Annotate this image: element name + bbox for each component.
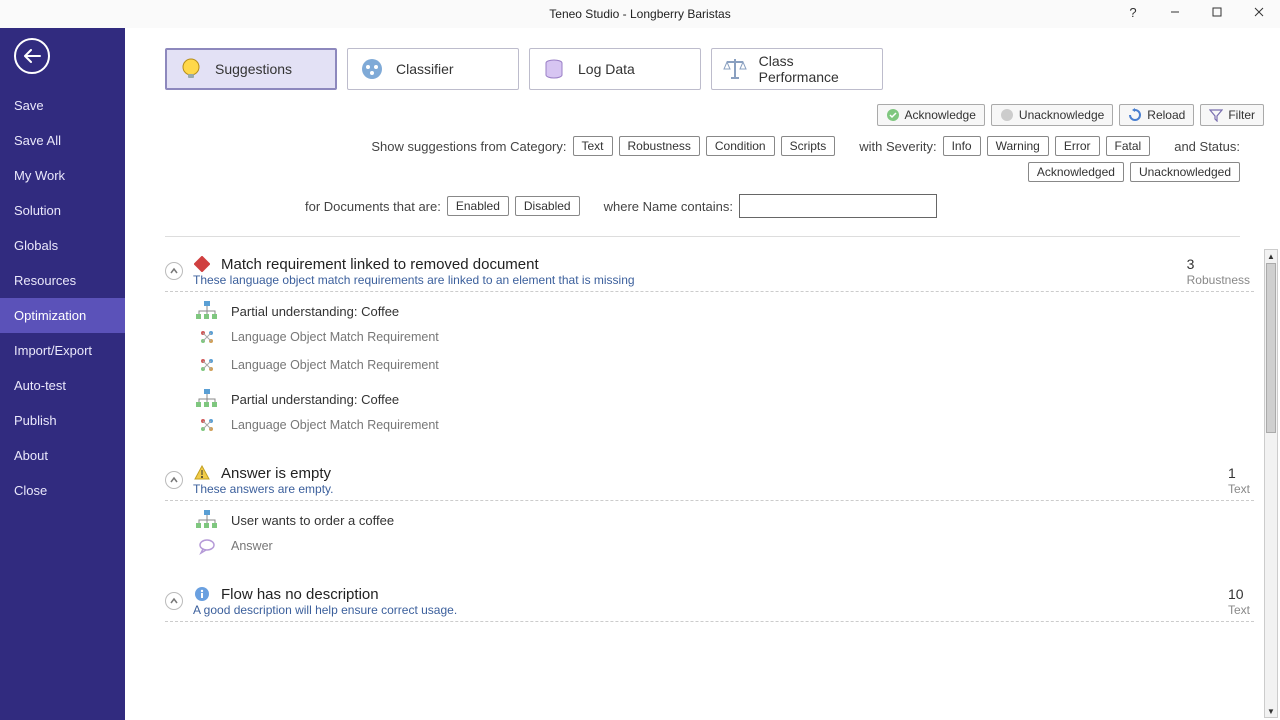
list-item[interactable]: Partial understanding: Coffee — [165, 380, 1254, 412]
unacknowledge-button[interactable]: Unacknowledge — [991, 104, 1113, 126]
filter-category-condition[interactable]: Condition — [706, 136, 775, 156]
scroll-down[interactable]: ▼ — [1265, 705, 1277, 717]
list-item[interactable]: Partial understanding: Coffee — [165, 292, 1254, 324]
filter-severity-info[interactable]: Info — [943, 136, 981, 156]
group-title: Match requirement linked to removed docu… — [221, 256, 1187, 273]
help-button[interactable]: ? — [1112, 0, 1154, 24]
filter-severity-warning[interactable]: Warning — [987, 136, 1049, 156]
scroll-thumb[interactable] — [1266, 263, 1276, 433]
sidebar-item-globals[interactable]: Globals — [0, 228, 125, 263]
tab-suggestions[interactable]: Suggestions — [165, 48, 337, 90]
scrollbar[interactable]: ▲ ▼ — [1264, 249, 1278, 718]
sub-item[interactable]: Answer — [165, 533, 1254, 561]
tab-classifier[interactable]: Classifier — [347, 48, 519, 90]
sidebar-item-save[interactable]: Save — [0, 88, 125, 123]
filter-category-scripts[interactable]: Scripts — [781, 136, 836, 156]
database-icon — [540, 55, 568, 83]
tab-label: Log Data — [578, 61, 635, 77]
filter-severity-fatal[interactable]: Fatal — [1106, 136, 1151, 156]
filter-icon — [1209, 108, 1223, 122]
classifier-icon — [358, 55, 386, 83]
tab-label: Classifier — [396, 61, 454, 77]
bubble-icon — [195, 537, 219, 555]
lightbulb-icon — [177, 55, 205, 83]
sidebar-item-solution[interactable]: Solution — [0, 193, 125, 228]
match-icon — [195, 356, 219, 374]
sidebar-item-publish[interactable]: Publish — [0, 403, 125, 438]
group-title: Answer is empty — [221, 465, 1228, 482]
filter-severity-label: with Severity: — [859, 139, 936, 154]
tab-class-performance[interactable]: Class Performance — [711, 48, 883, 90]
warning-icon — [193, 464, 211, 482]
sidebar-item-save-all[interactable]: Save All — [0, 123, 125, 158]
collapse-toggle[interactable] — [165, 262, 183, 280]
info-icon — [193, 585, 211, 603]
filter-doc-disabled[interactable]: Disabled — [515, 196, 580, 216]
sidebar-item-auto-test[interactable]: Auto-test — [0, 368, 125, 403]
group-count: 1 — [1228, 465, 1254, 481]
filter-category-robustness[interactable]: Robustness — [619, 136, 700, 156]
flow-icon — [195, 300, 219, 322]
acknowledge-button[interactable]: Acknowledge — [877, 104, 985, 126]
sidebar-item-close[interactable]: Close — [0, 473, 125, 508]
filter-button[interactable]: Filter — [1200, 104, 1264, 126]
filter-category-label: Show suggestions from Category: — [371, 139, 566, 154]
reload-icon — [1128, 108, 1142, 122]
sidebar-item-import-export[interactable]: Import/Export — [0, 333, 125, 368]
scales-icon — [722, 55, 749, 83]
group-count: 3 — [1187, 256, 1254, 272]
group-category: Text — [1228, 482, 1254, 496]
tab-log-data[interactable]: Log Data — [529, 48, 701, 90]
back-button[interactable] — [14, 38, 50, 74]
group-count: 10 — [1228, 586, 1254, 602]
filter-doc-label: for Documents that are: — [305, 199, 441, 214]
group-category: Robustness — [1187, 273, 1254, 287]
minimize-button[interactable] — [1154, 0, 1196, 24]
collapse-toggle[interactable] — [165, 471, 183, 489]
sidebar-item-optimization[interactable]: Optimization — [0, 298, 125, 333]
group-description: These language object match requirements… — [193, 273, 1187, 287]
sub-item[interactable]: Language Object Match Requirement — [165, 324, 1254, 352]
sidebar-item-resources[interactable]: Resources — [0, 263, 125, 298]
filter-severity-error[interactable]: Error — [1055, 136, 1100, 156]
list-item[interactable]: User wants to order a coffee — [165, 501, 1254, 533]
group-title: Flow has no description — [221, 586, 1228, 603]
match-icon — [195, 416, 219, 434]
group-category: Text — [1228, 603, 1254, 617]
filter-doc-enabled[interactable]: Enabled — [447, 196, 509, 216]
flow-icon — [195, 509, 219, 531]
scroll-up[interactable]: ▲ — [1265, 250, 1277, 262]
undo-icon — [1000, 108, 1014, 122]
sidebar-item-my-work[interactable]: My Work — [0, 158, 125, 193]
filter-status-label: and Status: — [1174, 139, 1240, 154]
flow-icon — [195, 388, 219, 410]
filter-name-input[interactable] — [739, 194, 937, 218]
error-icon — [193, 255, 211, 273]
group-description: A good description will help ensure corr… — [193, 603, 1228, 617]
match-icon — [195, 328, 219, 346]
check-icon — [886, 108, 900, 122]
collapse-toggle[interactable] — [165, 592, 183, 610]
sub-item[interactable]: Language Object Match Requirement — [165, 412, 1254, 440]
filter-category-text[interactable]: Text — [573, 136, 613, 156]
filter-name-label: where Name contains: — [604, 199, 733, 214]
tab-label: Class Performance — [759, 53, 872, 85]
maximize-button[interactable] — [1196, 0, 1238, 24]
suggestions-list: Match requirement linked to removed docu… — [125, 247, 1264, 720]
sub-item[interactable]: Language Object Match Requirement — [165, 352, 1254, 380]
sidebar: Save Save All My Work Solution Globals R… — [0, 28, 125, 720]
sidebar-item-about[interactable]: About — [0, 438, 125, 473]
tab-label: Suggestions — [215, 61, 292, 77]
tabs: Suggestions Classifier Log Data Class Pe… — [125, 28, 1280, 98]
window-title: Teneo Studio - Longberry Baristas — [549, 7, 730, 21]
filter-status-unacknowledged[interactable]: Unacknowledged — [1130, 162, 1240, 182]
filter-status-acknowledged[interactable]: Acknowledged — [1028, 162, 1124, 182]
group-description: These answers are empty. — [193, 482, 1228, 496]
close-button[interactable] — [1238, 0, 1280, 24]
reload-button[interactable]: Reload — [1119, 104, 1194, 126]
